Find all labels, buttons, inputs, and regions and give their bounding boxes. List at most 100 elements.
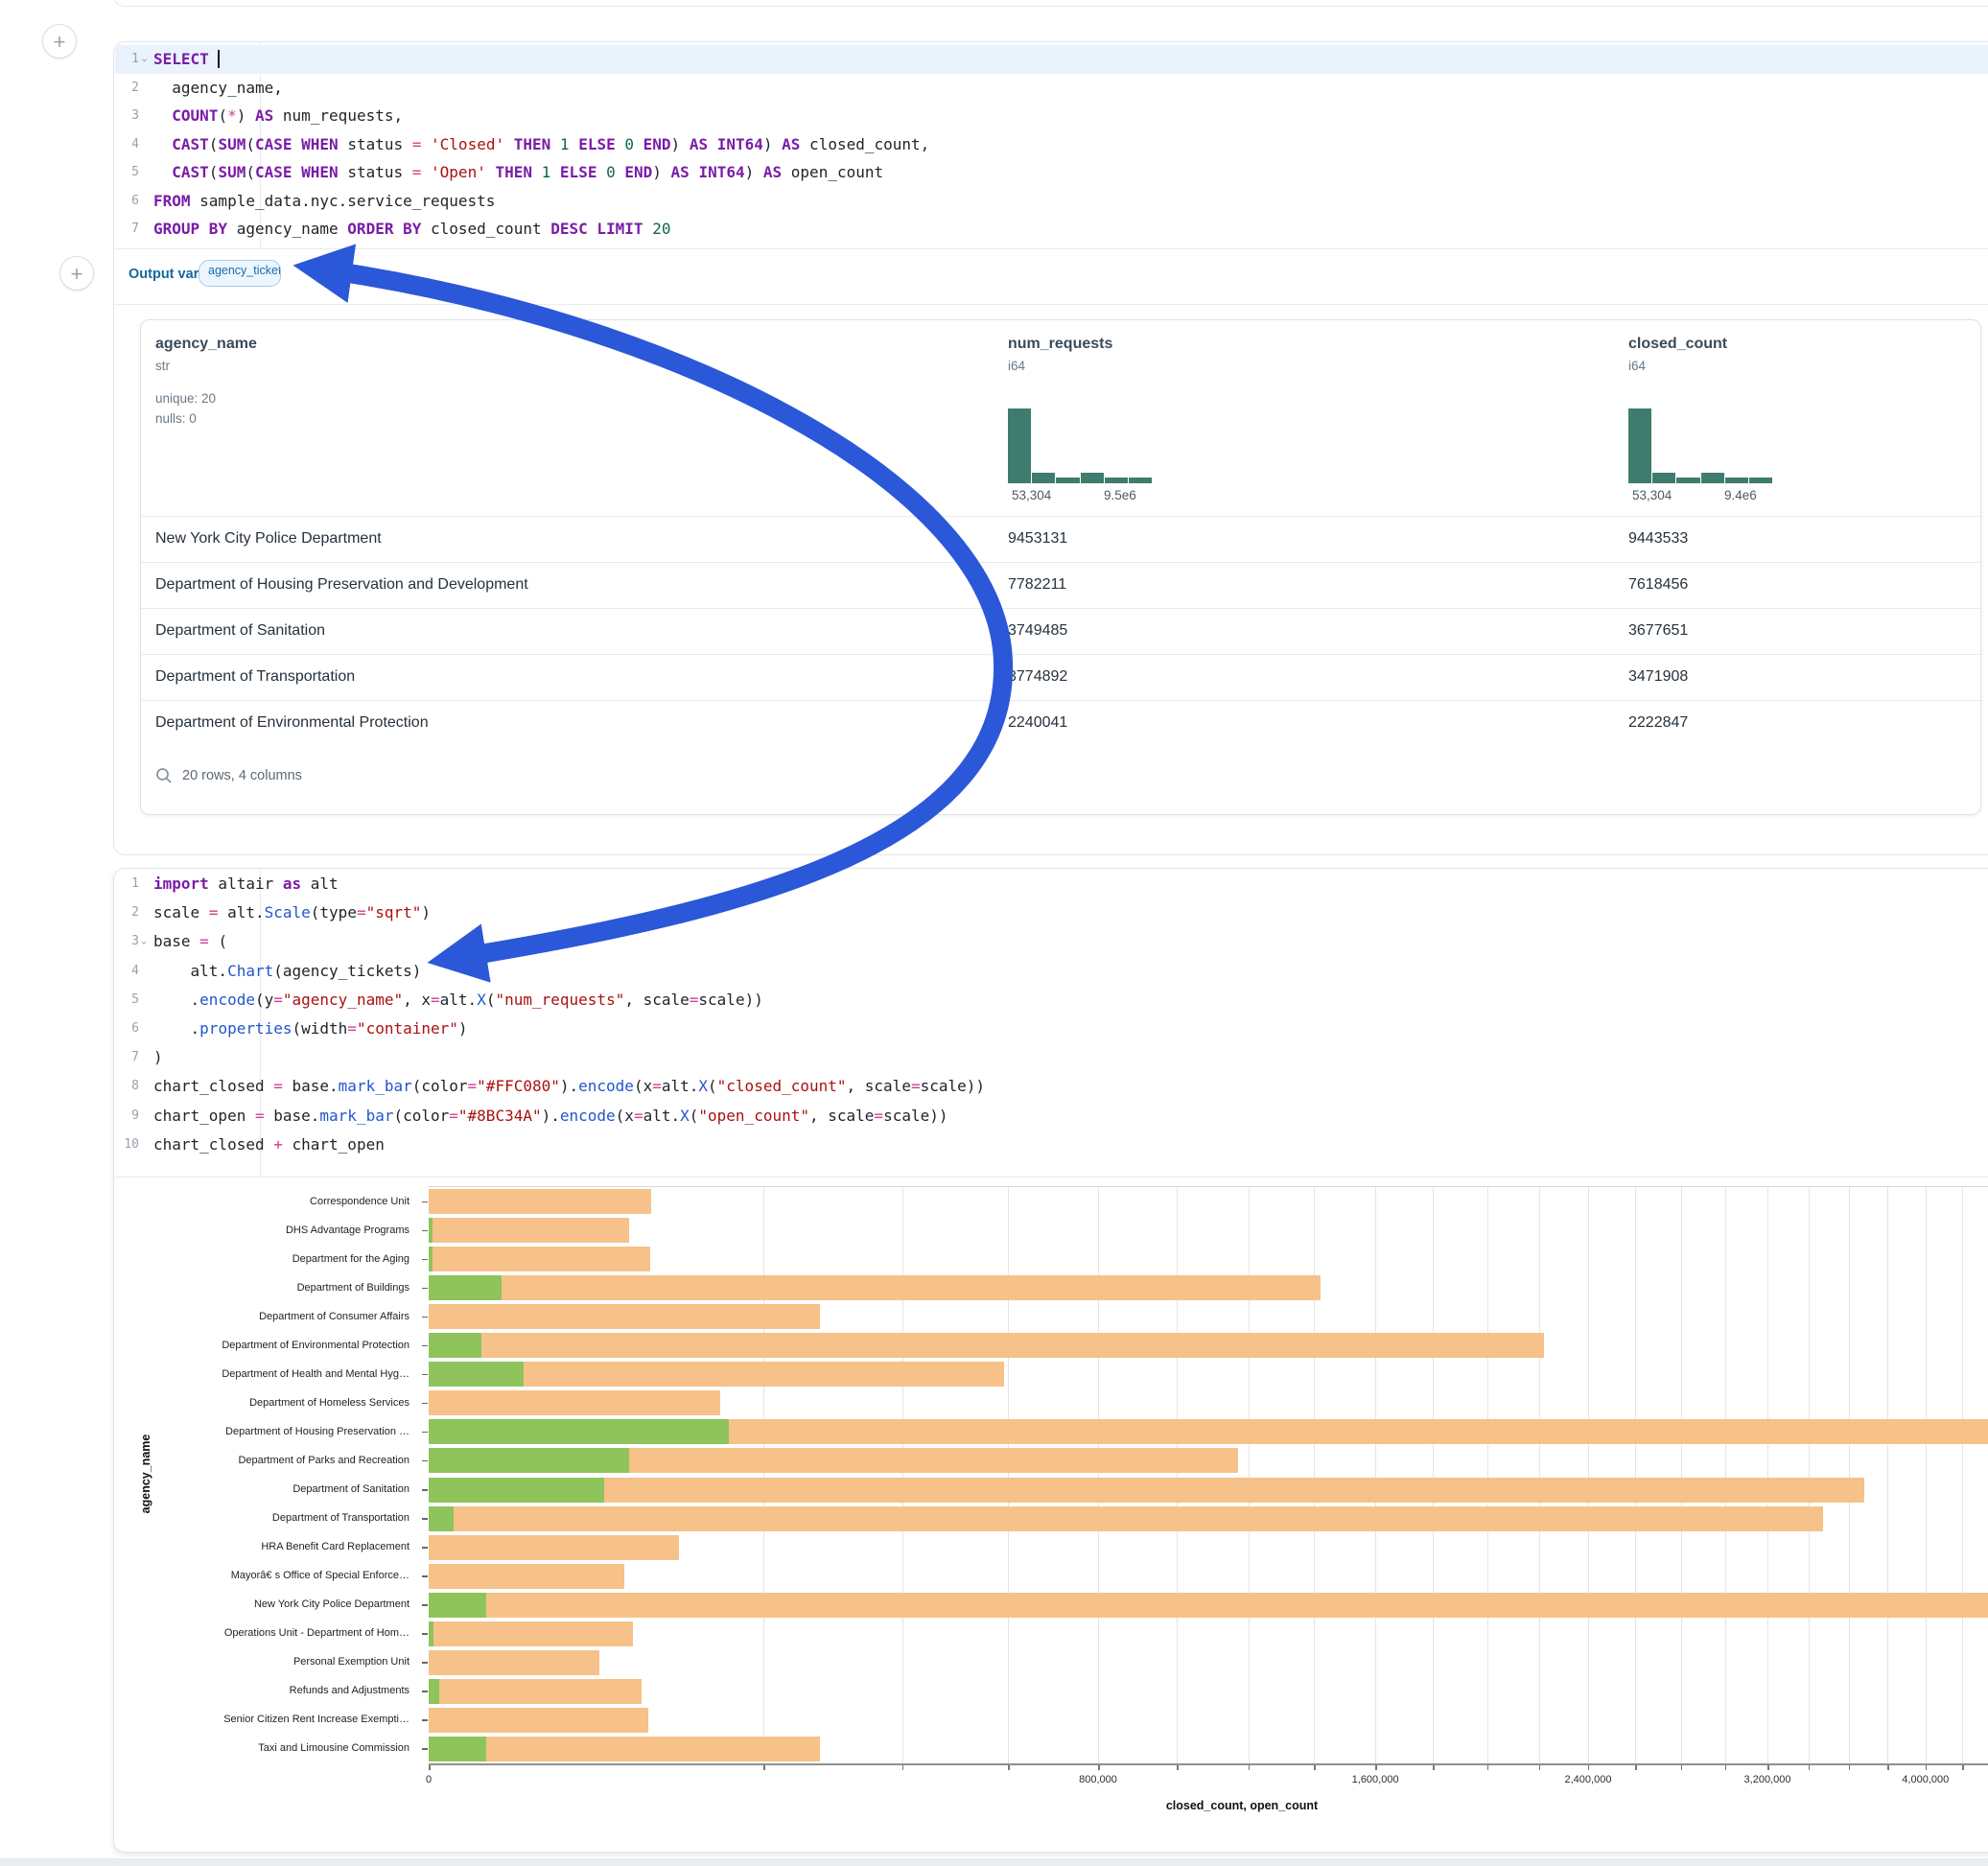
line-number: 4 [115,957,139,986]
page-bottom-strip [0,1858,1988,1866]
code-line-3[interactable]: 3›base = ( [115,927,1988,956]
code-line-3[interactable]: 3 COUNT(*) AS num_requests, [115,102,1988,130]
code-line-2[interactable]: 2scale = alt.Scale(type="sqrt") [115,898,1988,927]
x-axis-tick [1887,1765,1889,1770]
open-count-bar [429,1448,629,1473]
histogram-bar [1129,478,1152,483]
code-line-8[interactable]: 8chart_closed = base.mark_bar(color="#FF… [115,1072,1988,1101]
y-axis-tick [422,1317,428,1318]
code-line-6[interactable]: 6 .properties(width="container") [115,1015,1988,1043]
gridline [1098,1187,1099,1763]
code-line-1[interactable]: 1›SELECT [115,45,1988,74]
x-axis-tick [902,1765,904,1770]
table-row: Department of Transportation377489234719… [141,654,1980,701]
table-cell: 9443533 [1628,530,1688,548]
x-axis-tick-label: 3,200,000 [1724,1774,1811,1785]
histogram-min-label: 53,304 [1012,488,1051,502]
code-line-4[interactable]: 4 alt.Chart(agency_tickets) [115,957,1988,986]
histogram-bar [1725,478,1748,483]
line-number: 5 [115,158,139,187]
x-axis-tick [1681,1765,1683,1770]
closed-count-bar [429,1478,1864,1503]
code-line-5[interactable]: 5 .encode(y="agency_name", x=alt.X("num_… [115,986,1988,1015]
open-count-bar [429,1333,481,1358]
previous-cell-edge [113,0,1988,7]
table-cell: Department of Environmental Protection [155,714,429,732]
cell-divider [114,304,1988,305]
x-axis-tick [1635,1765,1637,1770]
table-cell: 7782211 [1008,576,1066,594]
open-count-bar [429,1478,604,1503]
y-axis-tick [422,1403,428,1405]
python-code-editor[interactable]: 1import altair as alt2scale = alt.Scale(… [115,870,1988,1159]
bar-chart-plot-area: Correspondence UnitDHS Advantage Program… [429,1186,1988,1763]
output-variable-badge[interactable]: agency_tickets [199,260,281,287]
y-axis-label: Correspondence Unit [122,1196,419,1207]
column-type: i64 [1628,359,1727,373]
y-axis-label: Department of Health and Mental Hyg… [122,1368,419,1380]
y-axis-label: Department of Buildings [122,1282,419,1294]
code-line-2[interactable]: 2 agency_name, [115,74,1988,103]
x-axis-tick-label: 2,400,000 [1545,1774,1631,1785]
line-number: 8 [115,1072,139,1101]
y-axis-tick [422,1604,428,1606]
line-number: 7 [115,1043,139,1072]
histogram-bar [1008,408,1031,483]
gridline [1767,1187,1768,1763]
table-cell: 7618456 [1628,576,1688,594]
x-axis-tick-label: 800,000 [1055,1774,1141,1785]
fold-chevron-icon[interactable]: › [129,942,158,945]
line-number: 7 [115,215,139,244]
code-line-5[interactable]: 5 CAST(SUM(CASE WHEN status = 'Open' THE… [115,158,1988,187]
y-axis-label: Department of Homeless Services [122,1397,419,1409]
closed-count-bar [429,1506,1823,1531]
histogram-bar [1056,478,1079,483]
closed-count-bar [429,1593,1988,1618]
code-line-9[interactable]: 9chart_open = base.mark_bar(color="#8BC3… [115,1102,1988,1131]
fold-chevron-icon[interactable]: › [129,58,158,62]
table-cell: 3749485 [1008,622,1067,640]
table-cell: 2222847 [1628,714,1688,732]
x-axis-tick [1008,1765,1010,1770]
code-line-10[interactable]: 10chart_closed + chart_open [115,1131,1988,1159]
table-footer-text: 20 rows, 4 columns [182,768,302,783]
open-count-bar [429,1737,486,1761]
y-axis-label: New York City Police Department [122,1598,419,1610]
gridline [1962,1187,1963,1763]
x-axis-tick [1725,1765,1727,1770]
column-stat: unique: 20 [155,388,257,408]
x-axis-tick-label: 4,000,000 [1883,1774,1969,1785]
y-axis-label: Department of Consumer Affairs [122,1311,419,1322]
y-axis-tick [422,1230,428,1232]
y-axis-tick [422,1662,428,1664]
closed-count-bar [429,1535,679,1560]
table-cell: Department of Sanitation [155,622,325,640]
add-cell-button-middle[interactable]: + [59,256,94,291]
code-line-4[interactable]: 4 CAST(SUM(CASE WHEN status = 'Closed' T… [115,130,1988,159]
add-cell-button-top[interactable]: + [42,24,77,58]
table-row: Department of Sanitation37494853677651 [141,608,1980,655]
histogram-bar [1676,478,1699,483]
column-header-num_requests[interactable]: num_requestsi64 [1008,336,1112,373]
code-line-6[interactable]: 6FROM sample_data.nyc.service_requests [115,187,1988,216]
code-line-1[interactable]: 1import altair as alt [115,870,1988,898]
column-header-closed_count[interactable]: closed_counti64 [1628,336,1727,373]
closed-count-bar [429,1333,1544,1358]
table-cell: New York City Police Department [155,530,382,548]
line-number: 6 [115,187,139,216]
y-axis-label: HRA Benefit Card Replacement [122,1541,419,1552]
x-axis-tick [1767,1765,1769,1770]
code-line-7[interactable]: 7) [115,1043,1988,1072]
closed-count-bar [429,1275,1321,1300]
x-axis-tick [1098,1765,1100,1770]
closed-count-bar [429,1189,651,1214]
code-line-7[interactable]: 7GROUP BY agency_name ORDER BY closed_co… [115,215,1988,244]
sql-cell-card: 1›SELECT 2 agency_name,3 COUNT(*) AS num… [113,41,1988,855]
gridline [1588,1187,1589,1763]
search-icon[interactable] [155,767,173,784]
column-header-agency_name[interactable]: agency_namestrunique: 20nulls: 0 [155,336,257,429]
closed-count-bar [429,1708,648,1733]
sql-code-editor[interactable]: 1›SELECT 2 agency_name,3 COUNT(*) AS num… [115,45,1988,244]
y-axis-tick [422,1201,428,1203]
x-axis-tick [1487,1765,1489,1770]
